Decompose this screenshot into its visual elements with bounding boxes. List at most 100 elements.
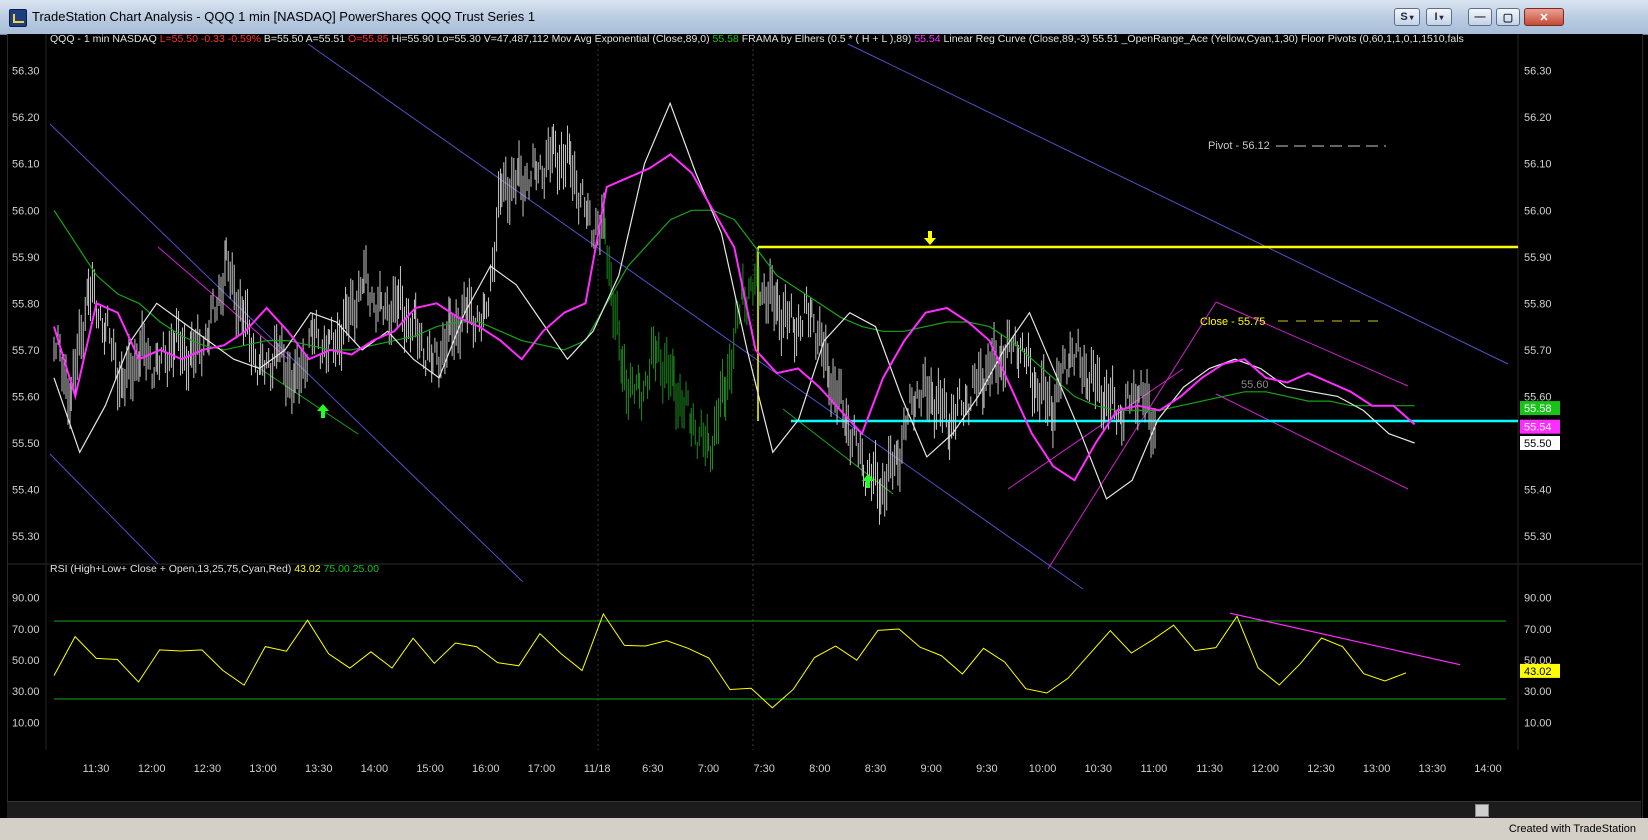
- time-tick-label: 10:30: [1084, 763, 1112, 775]
- price-tick-label-left: 55.70: [12, 345, 40, 357]
- time-tick-label: 13:30: [1419, 763, 1447, 775]
- time-tick-label: 12:00: [138, 763, 166, 775]
- price-indicator-header-item: Floor Pivots (0,60,1,1,0,1,1510,fals: [1298, 34, 1464, 45]
- trendline-blue: [49, 453, 159, 565]
- price-indicator-header-item: Linear Reg Curve (Close,89,-3): [941, 34, 1090, 45]
- time-tick-label: 7:30: [753, 763, 774, 775]
- price-indicator-header: QQQ - 1 min NASDAQ L=55.50 -0.33 -0.59% …: [50, 34, 1464, 45]
- tradestation-app-icon: [9, 9, 27, 27]
- time-tick-label: 16:00: [472, 763, 500, 775]
- rsi-indicator-header: RSI (High+Low+ Close + Open,13,25,75,Cya…: [50, 563, 379, 575]
- trendline-blue: [847, 43, 1509, 365]
- interval-link-i-button[interactable]: I ▾: [1426, 8, 1452, 26]
- time-tick-label: 11/18: [584, 763, 611, 775]
- price-indicator-header-item: Hi=55.90: [389, 34, 434, 45]
- maximize-button[interactable]: ▢: [1496, 8, 1520, 26]
- time-tick-label: 10:00: [1029, 763, 1057, 775]
- price-indicator-header-item: L=55.50: [157, 34, 198, 45]
- price-tick-label-left: 55.30: [12, 531, 40, 543]
- minimize-button[interactable]: —: [1468, 8, 1492, 26]
- price-tick-label-right: 56.10: [1524, 159, 1552, 171]
- price-chart[interactable]: 56.30 56.30 56.20 56.20 56.10 56.10 56.00 56.00…: [8, 34, 1642, 800]
- rsi-tick-label-left: 70.00: [12, 624, 40, 636]
- time-tick-label: 13:00: [1363, 763, 1391, 775]
- maximize-icon: ▢: [1502, 11, 1514, 24]
- rsi-tick-label-right: 90.00: [1524, 593, 1552, 605]
- rsi-tick-label-right: 10.00: [1524, 717, 1552, 729]
- price-indicator-header-item: A=55.51: [303, 34, 345, 45]
- time-tick-label: 17:00: [528, 763, 556, 775]
- time-tick-label: 15:00: [416, 763, 444, 775]
- price-tick-label-left: 55.80: [12, 298, 40, 310]
- time-tick-label: 8:30: [865, 763, 886, 775]
- time-tick-label: 7:00: [698, 763, 719, 775]
- time-tick-label: 8:00: [809, 763, 830, 775]
- price-tick-label-right: 55.70: [1524, 345, 1552, 357]
- pivot-label: Pivot - 56.12: [1208, 140, 1270, 152]
- price-indicator-header-item: 55.58: [710, 34, 739, 45]
- sell-arrow-down-icon-shape: [924, 231, 936, 245]
- rsi-indicator-header-item: 25.00: [350, 563, 379, 575]
- price-indicator-header-item: _OpenRange_Ace (Yellow,Cyan,1,30): [1119, 34, 1298, 45]
- created-with-footer: Created with TradeStation: [1504, 822, 1640, 836]
- rsi-tag-label: 43.02: [1524, 666, 1552, 678]
- trendline-magenta: [1215, 393, 1409, 490]
- trendline-magenta: [1215, 301, 1409, 387]
- rsi-tick-label-left: 90.00: [12, 593, 40, 605]
- time-tick-label: 11:30: [1196, 763, 1223, 775]
- price-indicator-header-item: Mov Avg Exponential (Close,89,0): [549, 34, 710, 45]
- price-tick-label-left: 55.60: [12, 391, 40, 403]
- rsi-line: [53, 612, 1407, 709]
- price-tag-label: 55.58: [1524, 403, 1552, 415]
- status-bar: [0, 818, 1648, 840]
- price-tick-label-right: 56.20: [1524, 112, 1552, 124]
- sell-arrow-down-icon: [924, 231, 936, 245]
- scrollbar-thumb[interactable]: [1475, 804, 1489, 817]
- time-tick-label: 11:00: [1141, 763, 1168, 775]
- price-tick-label-right: 55.90: [1524, 252, 1552, 264]
- time-tick-label: 11:30: [83, 763, 110, 775]
- dropdown-arrow-icon: ▾: [1409, 12, 1414, 22]
- time-tick-label: 13:00: [249, 763, 277, 775]
- price-indicator-header-item: O=55.85: [345, 34, 389, 45]
- close-icon: ✕: [1539, 11, 1549, 24]
- time-tick-label: 9:30: [976, 763, 997, 775]
- rsi-tick-label-left: 30.00: [12, 686, 40, 698]
- time-tick-label: 9:00: [920, 763, 941, 775]
- price-tick-label-left: 56.30: [12, 66, 40, 78]
- rsi-indicator-header-item: RSI (High+Low+ Close + Open,13,25,75,Cya…: [50, 563, 291, 575]
- window-titlebar[interactable]: TradeStation Chart Analysis - QQQ 1 min …: [0, 0, 1648, 35]
- price-indicator-header-item: -0.33: [198, 34, 225, 45]
- price-tick-label-right: 55.40: [1524, 485, 1552, 497]
- price-tick-label-left: 56.00: [12, 205, 40, 217]
- price-tick-label-left: 56.10: [12, 159, 40, 171]
- chart-window[interactable]: 56.30 56.30 56.20 56.20 56.10 56.10 56.00 56.00…: [7, 34, 1643, 830]
- price-tag-label: 55.50: [1524, 438, 1552, 450]
- interval-link-i-label: I: [1434, 11, 1438, 23]
- price-tick-label-left: 55.40: [12, 485, 40, 497]
- rsi-tick-label-right: 30.00: [1524, 686, 1552, 698]
- price-tick-label-right: 56.00: [1524, 205, 1552, 217]
- price-tag-label: 55.54: [1524, 422, 1552, 434]
- close-label: Close - 55.75: [1200, 316, 1265, 328]
- rsi-indicator-header-item: 75.00: [321, 563, 350, 575]
- trendline-blue: [307, 43, 1084, 590]
- linear-reg-curve-line: [53, 101, 1415, 500]
- dropdown-arrow-icon: ▾: [1439, 12, 1444, 22]
- price-tick-label-left: 55.50: [12, 438, 40, 450]
- rsi-tick-label-left: 10.00: [12, 717, 40, 729]
- price-indicator-header-item: Lo=55.30: [434, 34, 481, 45]
- time-tick-label: 14:00: [1474, 763, 1502, 775]
- minimize-icon: —: [1474, 11, 1486, 23]
- time-tick-label: 13:30: [305, 763, 333, 775]
- trendline-magenta: [1047, 301, 1217, 570]
- price-tick-label-left: 55.90: [12, 252, 40, 264]
- price-indicator-header-item: 55.51: [1089, 34, 1118, 45]
- time-tick-label: 14:00: [361, 763, 389, 775]
- symbol-link-s-button[interactable]: S ▾: [1394, 8, 1420, 26]
- price-indicator-header-item: V=47,487,112: [481, 34, 549, 45]
- window-title: TradeStation Chart Analysis - QQQ 1 min …: [32, 9, 536, 24]
- close-button[interactable]: ✕: [1524, 8, 1564, 26]
- horizontal-scrollbar[interactable]: [7, 801, 1641, 818]
- time-tick-label: 6:30: [642, 763, 663, 775]
